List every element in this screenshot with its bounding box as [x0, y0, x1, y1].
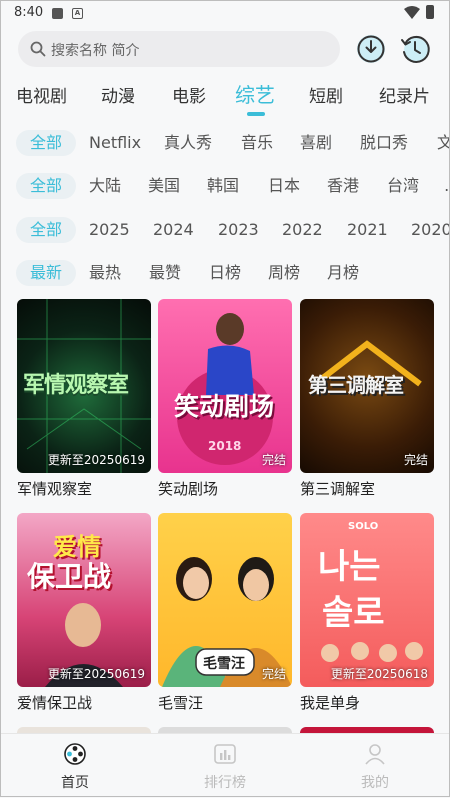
- filter-chip[interactable]: 全部: [16, 217, 77, 243]
- nav-home-label: 首页: [61, 775, 89, 791]
- card-title: 爱情保卫战: [17, 694, 93, 712]
- update-badge: 更新至20250619: [47, 453, 145, 467]
- download-icon[interactable]: [354, 32, 388, 66]
- poster-title-line2: 保卫战: [27, 560, 112, 593]
- poster-image: 第三调解室 完结: [300, 299, 434, 473]
- filter-chip[interactable]: 脱口秀: [360, 130, 408, 156]
- filter-chip[interactable]: 美国: [148, 173, 180, 199]
- nav-profile-label: 我的: [361, 775, 389, 791]
- filter-row-region: 全部 大陆 美国 韩国 日本 香港 台湾 …: [0, 169, 450, 203]
- card-title: 我是单身: [300, 694, 361, 712]
- filter-row-year: 全部 2025 2024 2023 2022 2021 2020: [0, 213, 450, 247]
- card-title: 毛雪汪: [158, 694, 204, 712]
- tab-tv-series[interactable]: 电视剧: [16, 82, 67, 107]
- notification-icon: [52, 8, 63, 19]
- poster-title: 军情观察室: [23, 373, 129, 398]
- poster-year: 2018: [208, 439, 242, 453]
- poster-title: 第三调解室: [308, 373, 404, 397]
- tab-short-drama[interactable]: 短剧: [309, 82, 343, 107]
- poster-image: 军情观察室 更新至20250619: [17, 299, 151, 473]
- search-input[interactable]: 搜索名称 简介: [18, 31, 340, 67]
- filter-chip[interactable]: 真人秀: [164, 130, 212, 156]
- filter-chip[interactable]: 大陆: [89, 173, 121, 199]
- filter-chip[interactable]: 2025: [89, 217, 130, 243]
- filter-chip[interactable]: 2021: [347, 217, 388, 243]
- status-badge: 完结: [261, 453, 286, 467]
- filter-chip[interactable]: 全部: [16, 173, 77, 199]
- filter-chip[interactable]: 最新: [16, 260, 77, 286]
- active-tab-indicator: [247, 112, 265, 116]
- poster-image: SOLO 나는 솔로 更新至20250618: [300, 513, 434, 687]
- poster-title: 나는: [318, 547, 381, 587]
- filter-chip[interactable]: 周榜: [268, 260, 300, 286]
- filter-chip[interactable]: Netflix: [89, 130, 141, 156]
- tab-variety[interactable]: 综艺: [235, 79, 275, 108]
- wifi-icon: [404, 6, 420, 19]
- filter-chip[interactable]: 月榜: [327, 260, 359, 286]
- filter-chip[interactable]: 音乐: [241, 130, 273, 156]
- card-title: 第三调解室: [300, 480, 376, 498]
- update-badge: 更新至20250618: [330, 667, 428, 681]
- filter-chip[interactable]: 2024: [153, 217, 194, 243]
- poster-image: 爱情 保卫战 更新至20250619: [17, 513, 151, 687]
- filter-row-genre: 全部 Netflix 真人秀 音乐 喜剧 脱口秀 文: [0, 126, 450, 160]
- filter-chip[interactable]: 2020: [411, 217, 450, 243]
- search-icon: [30, 41, 46, 57]
- history-icon[interactable]: [398, 32, 432, 66]
- user-icon: [365, 744, 385, 765]
- status-badge: 完结: [403, 453, 428, 467]
- nav-ranking-label: 排行榜: [204, 775, 246, 791]
- filter-chip[interactable]: 日本: [268, 173, 300, 199]
- status-badge: 完结: [261, 667, 286, 681]
- status-time: 8:40: [14, 5, 44, 20]
- filter-chip[interactable]: 台湾: [387, 173, 419, 199]
- filter-chip[interactable]: 日榜: [209, 260, 241, 286]
- tab-anime[interactable]: 动漫: [101, 82, 135, 107]
- filter-chip[interactable]: 2022: [282, 217, 323, 243]
- card-title: 笑动剧场: [158, 480, 219, 498]
- filter-chip[interactable]: 文: [437, 130, 450, 156]
- poster-title-line2: 솔로: [322, 593, 385, 633]
- filter-chip[interactable]: 香港: [327, 173, 359, 199]
- tab-documentary[interactable]: 纪录片: [379, 82, 430, 107]
- bottom-navigation: 首页 排行榜 我的: [0, 733, 450, 798]
- filter-chip[interactable]: 喜剧: [300, 130, 332, 156]
- notification-a-icon: A: [72, 8, 83, 19]
- poster-title: 笑动剧场: [174, 392, 275, 421]
- chart-icon: [214, 744, 236, 764]
- status-bar: 8:40 A: [0, 0, 450, 26]
- poster-title: 毛雪汪: [203, 656, 245, 672]
- search-placeholder: 搜索名称 简介: [51, 43, 140, 59]
- card-title: 军情观察室: [17, 480, 93, 498]
- filter-row-sort: 最新 最热 最赞 日榜 周榜 月榜: [0, 256, 450, 290]
- filter-chip[interactable]: 最热: [89, 260, 121, 286]
- battery-icon: [426, 5, 434, 19]
- poster-image: 毛雪汪 完结: [158, 513, 292, 687]
- filter-chip[interactable]: 最赞: [149, 260, 181, 286]
- poster-image: 笑动剧场 2018 完结: [158, 299, 292, 473]
- filter-chip[interactable]: 2023: [218, 217, 259, 243]
- film-reel-icon: [64, 743, 86, 765]
- category-tabs: 电视剧 动漫 电影 综艺 短剧 纪录片: [0, 74, 450, 114]
- filter-chip[interactable]: 韩国: [207, 173, 239, 199]
- filter-chip[interactable]: 全部: [16, 130, 77, 156]
- tab-movie[interactable]: 电影: [172, 82, 206, 107]
- poster-subtitle: SOLO: [348, 521, 379, 532]
- filter-chip[interactable]: …: [444, 173, 450, 199]
- update-badge: 更新至20250619: [47, 667, 145, 681]
